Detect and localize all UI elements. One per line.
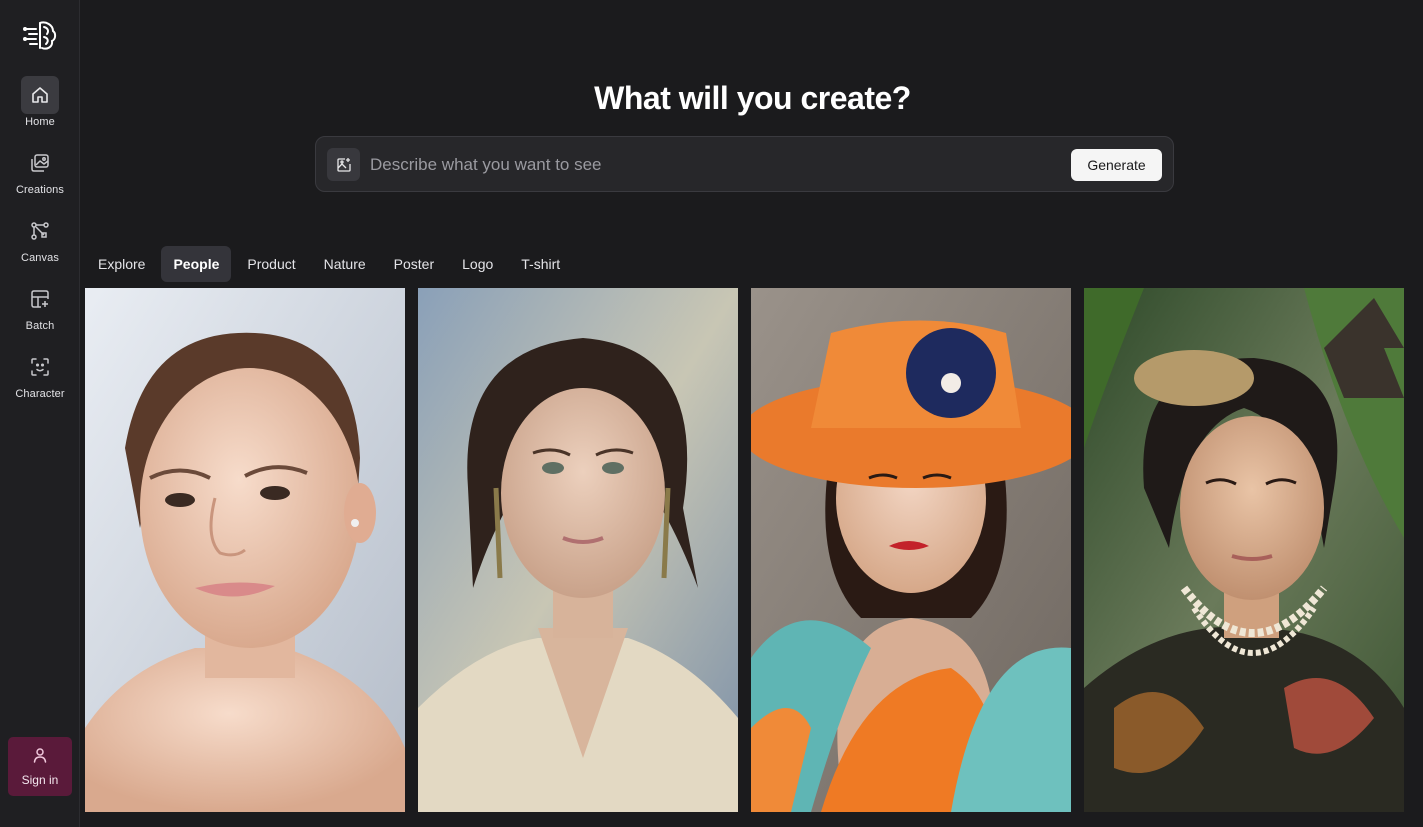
- sidebar-item-character[interactable]: Character: [0, 348, 80, 408]
- image-add-icon[interactable]: [327, 148, 360, 181]
- sidebar-item-label: Home: [25, 116, 55, 128]
- sidebar-item-label: Creations: [16, 184, 64, 196]
- gallery-image-2[interactable]: [418, 288, 738, 812]
- tab-nature[interactable]: Nature: [312, 246, 378, 282]
- nodes-icon: [21, 212, 59, 250]
- tab-logo[interactable]: Logo: [450, 246, 505, 282]
- brain-logo-icon[interactable]: [22, 17, 58, 53]
- sidebar-item-creations[interactable]: Creations: [0, 144, 80, 204]
- tab-product[interactable]: Product: [235, 246, 307, 282]
- sign-in-button[interactable]: Sign in: [8, 737, 72, 796]
- category-tabs: Explore People Product Nature Poster Log…: [86, 246, 572, 282]
- images-icon: [21, 144, 59, 182]
- gallery-image-1[interactable]: [85, 288, 405, 812]
- sidebar-item-label: Character: [15, 388, 65, 400]
- tab-t-shirt[interactable]: T-shirt: [509, 246, 572, 282]
- user-icon: [32, 747, 48, 768]
- home-icon: [21, 76, 59, 114]
- tab-people[interactable]: People: [161, 246, 232, 282]
- sidebar-item-home[interactable]: Home: [0, 76, 80, 136]
- gallery-image-3[interactable]: [751, 288, 1071, 812]
- sidebar-item-label: Batch: [25, 320, 55, 332]
- page-title: What will you create?: [594, 80, 911, 116]
- tab-explore[interactable]: Explore: [86, 246, 157, 282]
- sidebar-item-canvas[interactable]: Canvas: [0, 212, 80, 272]
- sidebar-item-batch[interactable]: Batch: [0, 280, 80, 340]
- prompt-input[interactable]: [370, 149, 1060, 181]
- tab-poster[interactable]: Poster: [382, 246, 446, 282]
- sign-in-label: Sign in: [21, 772, 59, 787]
- prompt-bar: Generate: [315, 136, 1174, 192]
- batch-icon: [21, 280, 59, 318]
- generate-button[interactable]: Generate: [1071, 149, 1162, 181]
- gallery-image-4[interactable]: [1084, 288, 1404, 812]
- sidebar-item-label: Canvas: [21, 252, 59, 264]
- sidebar: Home Creations Canvas Batch Character Si…: [0, 0, 80, 827]
- face-scan-icon: [21, 348, 59, 386]
